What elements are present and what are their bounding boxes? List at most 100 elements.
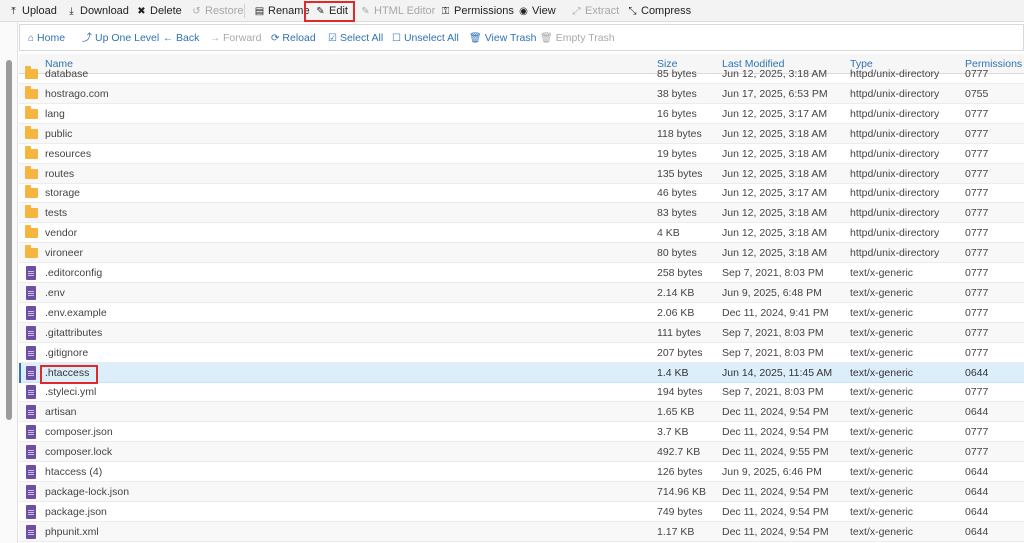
table-row[interactable]: .htaccess 1.4 KB Jun 14, 2025, 11:45 AM tex… [19, 362, 1024, 383]
trash-icon: 🗑 [540, 33, 553, 44]
file-size: 749 bytes [657, 505, 703, 518]
reload-button[interactable]: ⟳ Reload [271, 31, 316, 45]
file-name[interactable]: artisan [45, 406, 77, 418]
up-one-level-button[interactable]: ⤴ Up One Level [82, 31, 159, 45]
file-permissions: 0777 [965, 426, 989, 439]
download-button[interactable]: ⤓ Download [66, 3, 129, 19]
eye-icon: ◉ [519, 6, 528, 17]
file-name[interactable]: hostrago.com [45, 88, 109, 100]
file-name[interactable]: .editorconfig [45, 267, 102, 279]
file-size: 135 bytes [657, 167, 703, 180]
restore-button[interactable]: ↺ Restore [191, 3, 243, 19]
unselect-all-button[interactable]: ☐ Unselect All [392, 31, 459, 45]
file-permissions: 0777 [965, 247, 989, 260]
file-size: 714.96 KB [657, 485, 707, 498]
table-row[interactable]: .gitattributes 111 bytes Sep 7, 2021, 8:03… [19, 322, 1024, 343]
folder-icon [25, 145, 38, 159]
file-type: text/x-generic [850, 446, 914, 459]
extract-button[interactable]: ⤢ Extract [571, 3, 620, 19]
table-row[interactable]: htaccess (4) 126 bytes Jun 9, 2025, 6:46 P… [19, 462, 1024, 482]
table-row[interactable]: database 85 bytes Jun 12, 2025, 3:18 AM htt… [19, 64, 1024, 84]
compress-button[interactable]: ⤡ Compress [627, 3, 692, 19]
table-row[interactable]: composer.lock 492.7 KB Dec 11, 2024, 9:55 … [19, 442, 1024, 463]
file-name[interactable]: .styleci.yml [45, 386, 96, 398]
file-name[interactable]: database [45, 68, 88, 80]
table-row[interactable]: tests 83 bytes Jun 12, 2025, 3:18 AM httpd/… [19, 203, 1024, 224]
home-button[interactable]: ⌂ Home [28, 31, 65, 45]
file-name[interactable]: public [45, 128, 72, 140]
table-row[interactable]: hostrago.com 38 bytes Jun 17, 2025, 6:53 P… [19, 83, 1024, 104]
folder-icon [25, 225, 38, 239]
table-row[interactable]: .styleci.yml 194 bytes Sep 7, 2021, 8:03 P… [19, 382, 1024, 403]
table-row[interactable]: lang 16 bytes Jun 12, 2025, 3:17 AM httpd/u… [19, 104, 1024, 124]
tree-scrollbar[interactable] [0, 22, 18, 543]
table-row[interactable]: .gitignore 207 bytes Sep 7, 2021, 8:03 PM t… [19, 343, 1024, 363]
file-icon [26, 405, 36, 420]
table-row[interactable]: vironeer 80 bytes Jun 12, 2025, 3:18 AM htt… [19, 243, 1024, 264]
table-row[interactable]: .env.example 2.06 KB Dec 11, 2024, 9:41 PM… [19, 303, 1024, 323]
toolbar-divider [244, 4, 245, 18]
forward-button[interactable]: → Forward [210, 31, 262, 45]
view-trash-button[interactable]: 🗑 View Trash [469, 31, 536, 45]
file-name[interactable]: composer.json [45, 426, 113, 438]
file-type: text/x-generic [850, 346, 914, 359]
table-row[interactable]: routes 135 bytes Jun 12, 2025, 3:18 AM http… [19, 163, 1024, 184]
table-row[interactable]: vendor 4 KB Jun 12, 2025, 3:18 AM httpd/uni… [19, 223, 1024, 244]
empty-trash-button[interactable]: 🗑 Empty Trash [540, 31, 615, 45]
file-icon [26, 305, 36, 320]
file-last-modified: Dec 11, 2024, 9:54 PM [722, 426, 829, 439]
file-name[interactable]: .env.example [45, 307, 107, 319]
scrollbar-thumb[interactable] [6, 60, 12, 420]
rename-button[interactable]: ▤ Rename [254, 3, 310, 19]
file-name[interactable]: .gitattributes [45, 327, 102, 339]
file-name[interactable]: routes [45, 168, 74, 180]
view-button[interactable]: ◉ View [518, 3, 556, 19]
file-name[interactable]: composer.lock [45, 446, 112, 458]
file-permissions: 0777 [965, 127, 989, 140]
file-permissions: 0755 [965, 87, 989, 100]
table-row[interactable]: composer.json 3.7 KB Dec 11, 2024, 9:54 PM… [19, 422, 1024, 443]
file-name[interactable]: .env [45, 287, 65, 299]
upload-button[interactable]: ⤒ Upload [8, 3, 57, 19]
file-name[interactable]: lang [45, 108, 65, 120]
file-permissions: 0777 [965, 68, 989, 80]
file-name[interactable]: htaccess (4) [45, 466, 102, 478]
table-row[interactable]: storage 46 bytes Jun 12, 2025, 3:17 AM http… [19, 183, 1024, 204]
back-button[interactable]: ← Back [163, 31, 199, 45]
file-icon [26, 266, 36, 280]
table-row[interactable]: package-lock.json 714.96 KB Dec 11, 2024, … [19, 481, 1024, 502]
file-name[interactable]: vendor [45, 227, 77, 239]
arrow-left-icon: ← [163, 33, 173, 44]
file-name[interactable]: tests [45, 207, 67, 219]
file-type: httpd/unix-directory [850, 187, 940, 200]
file-name[interactable]: package.json [45, 506, 107, 518]
pencil-square-icon: ✎ [361, 6, 370, 17]
folder-icon [25, 66, 38, 79]
file-permissions: 0644 [965, 366, 989, 379]
html-editor-button[interactable]: ✎ HTML Editor [360, 3, 435, 19]
file-type: text/x-generic [850, 525, 914, 538]
table-row[interactable]: package.json 749 bytes Dec 11, 2024, 9:54 … [19, 502, 1024, 522]
file-name[interactable]: storage [45, 187, 80, 199]
permissions-button[interactable]: ⚿ Permissions [440, 3, 514, 19]
table-row[interactable]: phpunit.xml 1.17 KB Dec 11, 2024, 9:54 PM t… [19, 521, 1024, 542]
compress-icon: ⤡ [628, 6, 637, 17]
table-row[interactable]: .editorconfig 258 bytes Sep 7, 2021, 8:03 … [19, 263, 1024, 283]
table-row[interactable]: artisan 1.65 KB Dec 11, 2024, 9:54 PM text/… [19, 402, 1024, 423]
file-type: text/x-generic [850, 426, 914, 439]
table-row[interactable]: public 118 bytes Jun 12, 2025, 3:18 AM http… [19, 123, 1024, 144]
file-type: text/x-generic [850, 386, 914, 399]
file-last-modified: Jun 12, 2025, 3:17 AM [722, 187, 828, 200]
table-row[interactable]: resources 19 bytes Jun 12, 2025, 3:18 AM ht… [19, 144, 1024, 164]
file-name[interactable]: phpunit.xml [45, 526, 99, 538]
file-icon [26, 365, 36, 380]
file-type: httpd/unix-directory [850, 68, 940, 80]
folder-icon [25, 105, 38, 119]
file-name[interactable]: vironeer [45, 247, 83, 259]
file-name[interactable]: resources [45, 148, 91, 160]
select-all-button[interactable]: ☑ Select All [328, 31, 383, 45]
file-name[interactable]: .gitignore [45, 347, 88, 359]
delete-button[interactable]: ✖ Delete [136, 3, 182, 19]
file-name[interactable]: package-lock.json [45, 486, 129, 498]
table-row[interactable]: .env 2.14 KB Jun 9, 2025, 6:48 PM text/x-ge… [19, 282, 1024, 303]
